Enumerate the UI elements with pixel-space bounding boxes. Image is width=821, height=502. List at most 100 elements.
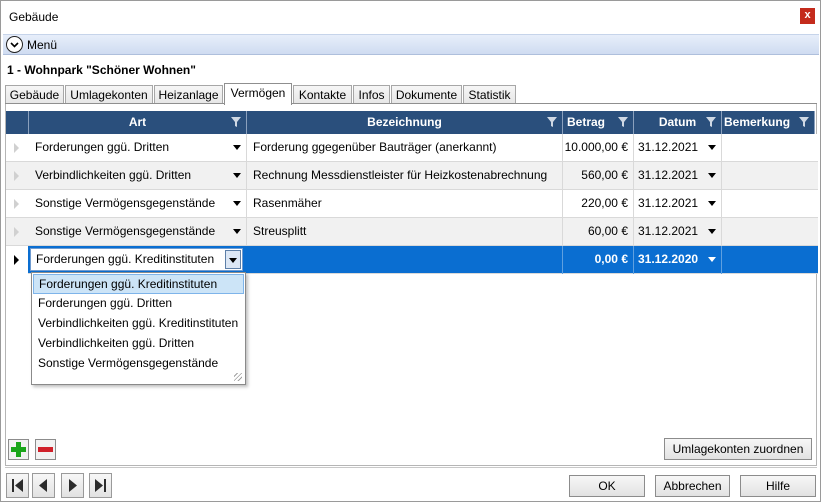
tab-heizanlage[interactable]: Heizanlage [154, 85, 223, 104]
cell-art[interactable]: Forderungen ggü. Dritten [29, 134, 247, 162]
row-selector[interactable] [6, 218, 28, 246]
cell-text: 31.12.2020 [638, 252, 699, 266]
cell-text: Sonstige Vermögensgegenstände [35, 196, 216, 210]
funnel-icon[interactable] [798, 116, 810, 128]
plus-icon [11, 442, 26, 457]
column-header-datum[interactable]: Datum [634, 111, 722, 134]
funnel-icon[interactable] [546, 116, 558, 128]
table-row[interactable]: Sonstige Vermögensgegenstände Rasenmäher… [6, 190, 818, 218]
dropdown-arrow-icon[interactable] [708, 229, 716, 234]
dropdown-arrow-icon[interactable] [708, 145, 716, 150]
funnel-icon[interactable] [705, 116, 717, 128]
cell-betrag[interactable]: 220,00 € [563, 190, 634, 218]
remove-row-button[interactable] [35, 439, 56, 460]
cell-datum[interactable]: 31.12.2021 [634, 218, 722, 246]
art-dropdown-list[interactable]: Forderungen ggü. Kreditinstituten Forder… [31, 272, 246, 385]
window: Gebäude x Menü 1 - Wohnpark "Schöner Woh… [0, 0, 821, 502]
window-title: Gebäude [9, 10, 59, 24]
dropdown-arrow-icon[interactable] [233, 201, 241, 206]
cell-text: Forderungen ggü. Dritten [35, 140, 170, 154]
footer-divider [5, 467, 817, 468]
resize-grip-icon[interactable] [234, 373, 242, 381]
cell-art[interactable]: Verbindlichkeiten ggü. Dritten [29, 162, 247, 190]
cell-bezeichnung[interactable]: Rasenmäher [247, 190, 563, 218]
chevron-down-circle-icon[interactable] [6, 36, 23, 53]
tab-infos[interactable]: Infos [353, 85, 390, 104]
first-record-button[interactable] [6, 473, 29, 498]
cell-bezeichnung[interactable]: Forderung ggegenüber Bauträger (anerkann… [247, 134, 563, 162]
close-button[interactable]: x [800, 8, 815, 24]
cancel-button[interactable]: Abbrechen [655, 475, 730, 497]
cell-datum[interactable]: 31.12.2020 [634, 246, 722, 274]
column-header-bemerkung[interactable]: Bemerkung [722, 111, 815, 134]
tab-statistik[interactable]: Statistik [463, 85, 516, 104]
combobox-dropdown-button[interactable] [225, 250, 241, 269]
table-row[interactable]: Verbindlichkeiten ggü. Dritten Rechnung … [6, 162, 818, 190]
cell-bemerkung[interactable] [722, 162, 818, 190]
table-row[interactable]: Forderungen ggü. Dritten Forderung ggege… [6, 134, 818, 162]
row-selector[interactable] [6, 246, 28, 274]
dropdown-arrow-icon[interactable] [708, 257, 716, 262]
menu-bar[interactable]: Menü [3, 34, 819, 55]
cell-text: 31.12.2021 [638, 224, 699, 238]
cell-datum[interactable]: 31.12.2021 [634, 134, 722, 162]
tab-umlagekonten[interactable]: Umlagekonten [65, 85, 153, 104]
dropdown-option[interactable]: Forderungen ggü. Dritten [33, 294, 244, 314]
art-combobox[interactable]: Forderungen ggü. Kreditinstituten [30, 248, 243, 271]
cell-bezeichnung[interactable]: Streusplitt [247, 218, 563, 246]
column-header-art[interactable]: Art [29, 111, 247, 134]
dropdown-option[interactable]: Verbindlichkeiten ggü. Kreditinstituten [33, 314, 244, 334]
column-header-betrag[interactable]: Betrag [563, 111, 634, 134]
help-button[interactable]: Hilfe [740, 475, 816, 497]
previous-record-button[interactable] [32, 473, 55, 498]
cell-art[interactable]: Sonstige Vermögensgegenstände [29, 218, 247, 246]
cell-art[interactable]: Sonstige Vermögensgegenstände [29, 190, 247, 218]
add-row-button[interactable] [8, 439, 29, 460]
menu-label[interactable]: Menü [27, 38, 57, 52]
cell-text: Sonstige Vermögensgegenstände [35, 224, 216, 238]
cell-bemerkung[interactable] [722, 134, 818, 162]
tab-kontakte[interactable]: Kontakte [293, 85, 352, 104]
next-record-button[interactable] [61, 473, 84, 498]
cell-datum[interactable]: 31.12.2021 [634, 162, 722, 190]
tab-gebaeude[interactable]: Gebäude [5, 85, 64, 104]
funnel-icon[interactable] [230, 116, 242, 128]
cell-betrag[interactable]: 0,00 € [563, 246, 634, 274]
tab-vermoegen[interactable]: Vermögen [224, 83, 292, 105]
row-indicator-icon [14, 171, 19, 181]
row-selector[interactable] [6, 134, 28, 162]
dropdown-option[interactable]: Sonstige Vermögensgegenstände [33, 354, 244, 374]
cell-betrag[interactable]: 560,00 € [563, 162, 634, 190]
dropdown-option[interactable]: Forderungen ggü. Kreditinstituten [33, 274, 244, 294]
ok-button[interactable]: OK [569, 475, 645, 497]
cell-bemerkung[interactable] [722, 190, 818, 218]
dropdown-arrow-icon[interactable] [233, 145, 241, 150]
column-header-label: Bemerkung [724, 115, 791, 129]
title-bar: Gebäude x [1, 1, 820, 33]
column-header-label: Bezeichnung [367, 115, 442, 129]
funnel-icon[interactable] [617, 116, 629, 128]
dropdown-arrow-icon[interactable] [708, 173, 716, 178]
cell-betrag[interactable]: 10.000,00 € [563, 134, 634, 162]
column-header-label: Datum [658, 115, 697, 129]
last-record-button[interactable] [89, 473, 112, 498]
dropdown-arrow-icon[interactable] [233, 229, 241, 234]
cell-betrag[interactable]: 60,00 € [563, 218, 634, 246]
cell-bemerkung[interactable] [722, 246, 818, 274]
cell-bezeichnung[interactable]: Rechnung Messdienstleister für Heizkoste… [247, 162, 563, 190]
row-selector[interactable] [6, 162, 28, 190]
assign-accounts-button[interactable]: Umlagekonten zuordnen [664, 438, 812, 460]
column-header-bezeichnung[interactable]: Bezeichnung [247, 111, 563, 134]
row-selector[interactable] [6, 190, 28, 218]
cell-bemerkung[interactable] [722, 218, 818, 246]
dropdown-arrow-icon[interactable] [233, 173, 241, 178]
cell-datum[interactable]: 31.12.2021 [634, 190, 722, 218]
dropdown-option[interactable]: Verbindlichkeiten ggü. Dritten [33, 334, 244, 354]
new-table-row[interactable]: Forderungen ggü. Kreditinstituten 0,00 €… [6, 246, 818, 274]
dropdown-arrow-icon[interactable] [708, 201, 716, 206]
next-record-icon [69, 479, 77, 492]
cell-text: Verbindlichkeiten ggü. Dritten [35, 168, 192, 182]
table-row[interactable]: Sonstige Vermögensgegenstände Streusplit… [6, 218, 818, 246]
tab-dokumente[interactable]: Dokumente [391, 85, 462, 104]
cell-bezeichnung[interactable] [247, 246, 563, 274]
